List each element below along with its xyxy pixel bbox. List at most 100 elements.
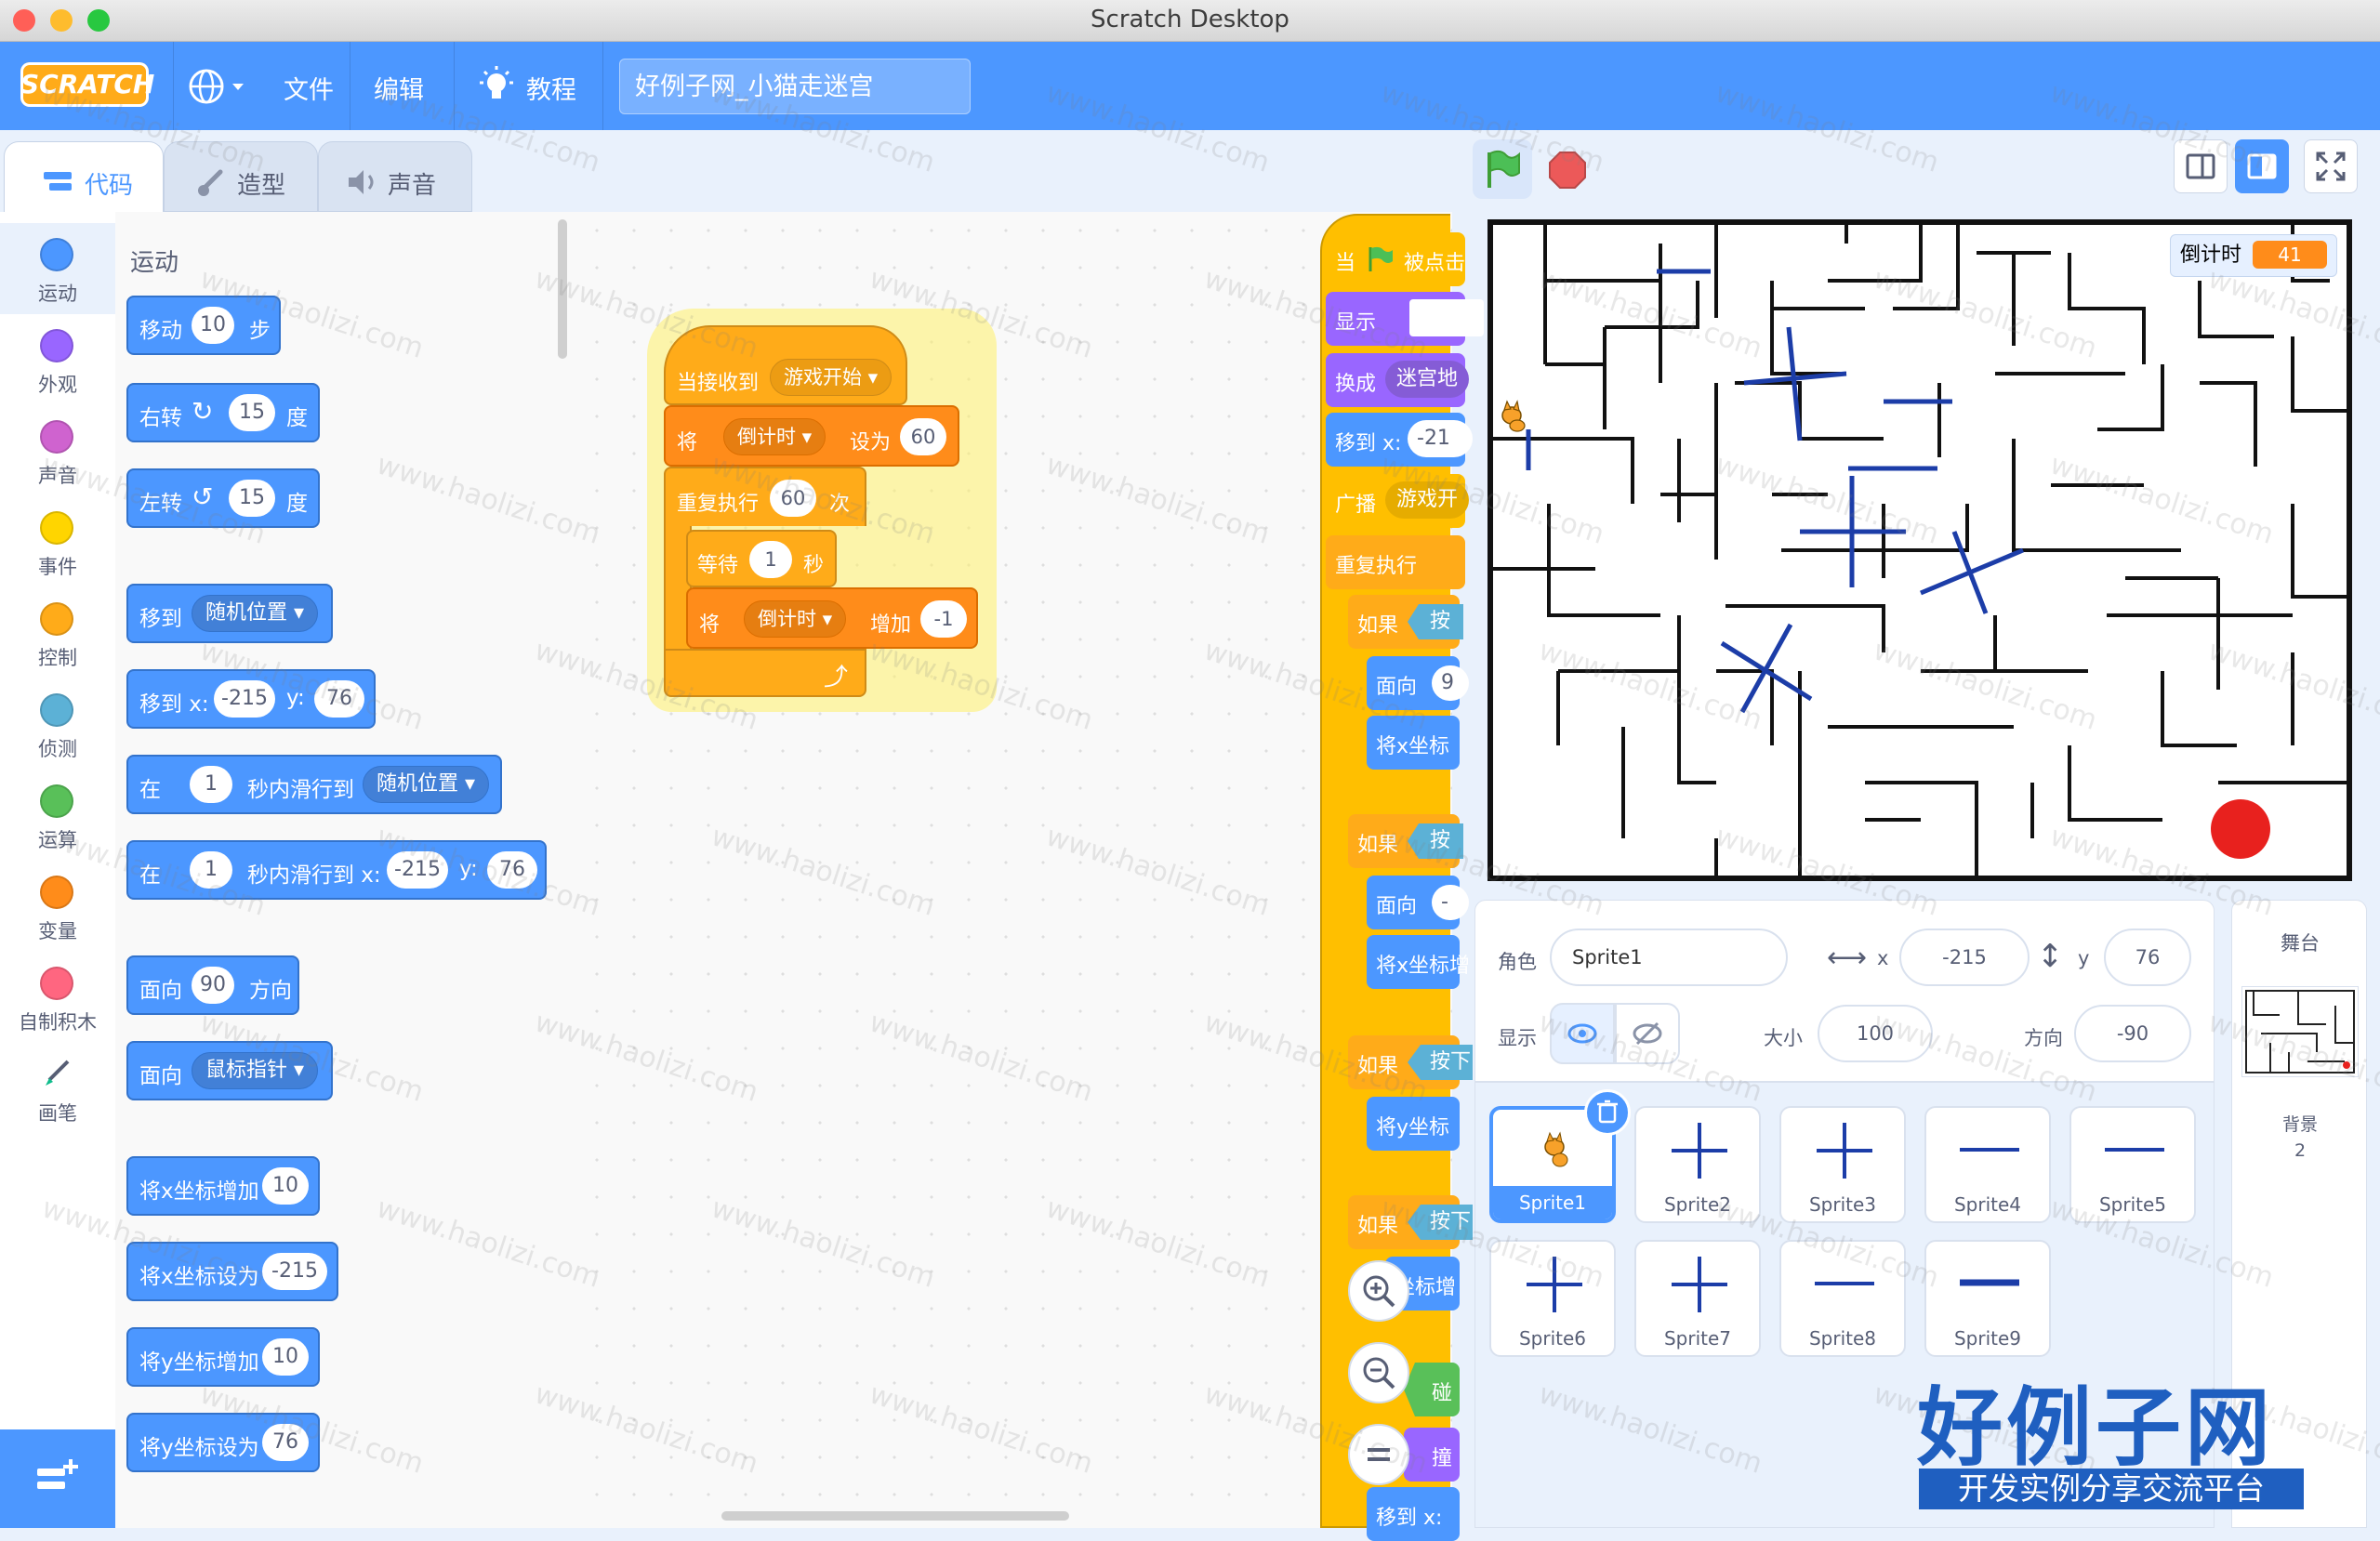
sprite-thumb-2[interactable]: Sprite2: [1634, 1106, 1761, 1223]
tab-costumes[interactable]: 造型: [164, 141, 318, 212]
goto-xy-block[interactable]: 移到 x: -215 y: 76: [126, 669, 376, 729]
glide-xy-block[interactable]: 在 1 秒内滑行到 x: -215 y: 76: [126, 840, 547, 900]
sprite-thumb-9[interactable]: Sprite9: [1924, 1240, 2051, 1357]
zoom-in-button[interactable]: [1348, 1260, 1409, 1322]
switch-backdrop-block[interactable]: 换成 迷宫地: [1326, 353, 1470, 407]
wait-block[interactable]: 等待 1 秒: [686, 530, 837, 587]
repeat-count-input[interactable]: 60: [770, 480, 816, 517]
x-input[interactable]: -215: [387, 851, 448, 889]
point-dir-script-block[interactable]: 面向 9: [1367, 656, 1469, 710]
category-8[interactable]: 自制积木: [0, 952, 115, 1043]
degrees-input[interactable]: 15: [229, 394, 275, 431]
change-x-script-block-2[interactable]: 将x坐标增: [1367, 935, 1470, 989]
change-x-block[interactable]: 将x坐标增加 10: [126, 1156, 320, 1216]
direction-input[interactable]: -90: [2074, 1005, 2191, 1062]
y-change-input[interactable]: 10: [262, 1338, 309, 1376]
point-towards-block[interactable]: 面向 鼠标指针 ▾: [126, 1041, 333, 1100]
delete-sprite-button[interactable]: [1584, 1089, 1631, 1136]
steps-input[interactable]: 10: [192, 307, 234, 344]
file-menu[interactable]: 文件: [284, 70, 334, 106]
degrees-input[interactable]: 15: [229, 480, 275, 517]
wait-seconds-input[interactable]: 1: [749, 541, 792, 578]
change-y-block[interactable]: 将y坐标增加 10: [126, 1327, 320, 1387]
large-stage-button[interactable]: [2235, 139, 2289, 193]
add-extension-button[interactable]: [0, 1429, 115, 1528]
sprite-thumb-8[interactable]: Sprite8: [1779, 1240, 1906, 1357]
variable-dropdown[interactable]: 倒计时 ▾: [744, 600, 847, 638]
set-value-input[interactable]: 60: [900, 418, 946, 455]
forever-block[interactable]: 重复执行: [1326, 535, 1465, 589]
sprite-thumb-4[interactable]: Sprite4: [1924, 1106, 2051, 1223]
stage-canvas[interactable]: 倒计时 41: [1488, 219, 2352, 881]
x-position-input[interactable]: -215: [1899, 929, 2030, 986]
towards-dropdown[interactable]: 鼠标指针 ▾: [192, 1052, 319, 1089]
category-9[interactable]: 画笔: [0, 1043, 115, 1134]
goto-xy-script-block-2[interactable]: 移到 x:: [1367, 1487, 1460, 1541]
script-area-hscrollbar[interactable]: [721, 1511, 1069, 1521]
category-3[interactable]: 事件: [0, 496, 115, 587]
sprite-thumb-3[interactable]: Sprite3: [1779, 1106, 1906, 1223]
scratch-logo[interactable]: SCRATCH: [20, 62, 154, 107]
stage-thumbnail[interactable]: [2241, 986, 2359, 1077]
y-set-input[interactable]: 76: [262, 1424, 309, 1461]
direction-input[interactable]: 90: [192, 967, 234, 1004]
change-y-script-block[interactable]: 将y坐标: [1367, 1097, 1460, 1151]
show-block[interactable]: 显示: [1326, 292, 1484, 346]
if-block-4[interactable]: 如果 按下: [1348, 1195, 1473, 1249]
stop-button[interactable]: [1538, 139, 1597, 199]
set-x-block[interactable]: 将x坐标设为 -215: [126, 1242, 338, 1301]
turn-left-block[interactable]: 左转 ↺ 15 度: [126, 468, 320, 528]
x-input[interactable]: -215: [214, 680, 275, 718]
show-sprite-button[interactable]: [1550, 1003, 1615, 1064]
category-6[interactable]: 运算: [0, 770, 115, 861]
if-block-2[interactable]: 如果 按: [1348, 814, 1463, 868]
if-block-1[interactable]: 如果 按: [1348, 595, 1463, 649]
category-7[interactable]: 变量: [0, 861, 115, 952]
change-value-input[interactable]: -1: [920, 600, 967, 638]
hide-sprite-button[interactable]: [1615, 1003, 1680, 1064]
zoom-reset-button[interactable]: [1348, 1424, 1409, 1485]
repeat-block[interactable]: 重复执行 60 次: [664, 467, 866, 526]
tab-code[interactable]: 代码: [4, 141, 164, 216]
category-2[interactable]: 声音: [0, 405, 115, 496]
variable-dropdown[interactable]: 倒计时 ▾: [723, 418, 826, 455]
change-x-script-block[interactable]: 将x坐标: [1367, 716, 1460, 770]
y-input[interactable]: 76: [314, 680, 364, 718]
palette-scrollbar[interactable]: [558, 219, 567, 359]
when-receive-hat-block[interactable]: 当接收到 游戏开始 ▾: [664, 325, 907, 405]
glide-block[interactable]: 在 1 秒内滑行到 随机位置 ▾: [126, 755, 502, 814]
y-position-input[interactable]: 76: [2104, 929, 2191, 986]
x-set-input[interactable]: -215: [262, 1253, 327, 1290]
goto-target-dropdown[interactable]: 随机位置 ▾: [192, 595, 319, 632]
category-4[interactable]: 控制: [0, 587, 115, 678]
tab-sounds[interactable]: 声音: [318, 141, 472, 212]
when-flag-clicked-block[interactable]: 当 被点击: [1326, 232, 1465, 286]
broadcast-block[interactable]: 广播 游戏开: [1326, 474, 1470, 528]
sprite-name-input[interactable]: Sprite1: [1550, 929, 1788, 986]
cat-sprite[interactable]: [1501, 400, 1526, 432]
project-title-input[interactable]: 好例子网_小猫走迷宫: [619, 59, 971, 114]
glide-target-dropdown[interactable]: 随机位置 ▾: [363, 766, 490, 803]
set-variable-block[interactable]: 将 倒计时 ▾ 设为 60: [664, 405, 959, 467]
seconds-input[interactable]: 1: [190, 766, 232, 803]
zoom-out-button[interactable]: [1348, 1342, 1409, 1403]
size-input[interactable]: 100: [1818, 1005, 1933, 1062]
x-change-input[interactable]: 10: [262, 1167, 309, 1205]
if-block-3[interactable]: 如果 按下: [1348, 1035, 1473, 1089]
small-stage-button[interactable]: [2174, 139, 2228, 193]
tutorials-menu[interactable]: [476, 66, 517, 111]
move-steps-block[interactable]: 移动 10 步: [126, 296, 281, 355]
category-0[interactable]: 运动: [0, 223, 115, 314]
touching-block[interactable]: 碰: [1404, 1363, 1460, 1416]
tutorials-label[interactable]: 教程: [526, 70, 576, 106]
change-variable-block[interactable]: 将 倒计时 ▾ 增加 -1: [686, 587, 978, 649]
sprite-thumb-5[interactable]: Sprite5: [2069, 1106, 2196, 1223]
point-direction-block[interactable]: 面向 90 方向: [126, 955, 299, 1015]
y-input[interactable]: 76: [487, 851, 537, 889]
goto-xy-script-block[interactable]: 移到 x: -21: [1326, 413, 1473, 467]
message-dropdown[interactable]: 游戏开始 ▾: [770, 359, 892, 396]
category-1[interactable]: 外观: [0, 314, 115, 405]
seconds-input[interactable]: 1: [190, 851, 232, 889]
sprite-thumb-7[interactable]: Sprite7: [1634, 1240, 1761, 1357]
turn-right-block[interactable]: 右转 ↻ 15 度: [126, 383, 320, 442]
